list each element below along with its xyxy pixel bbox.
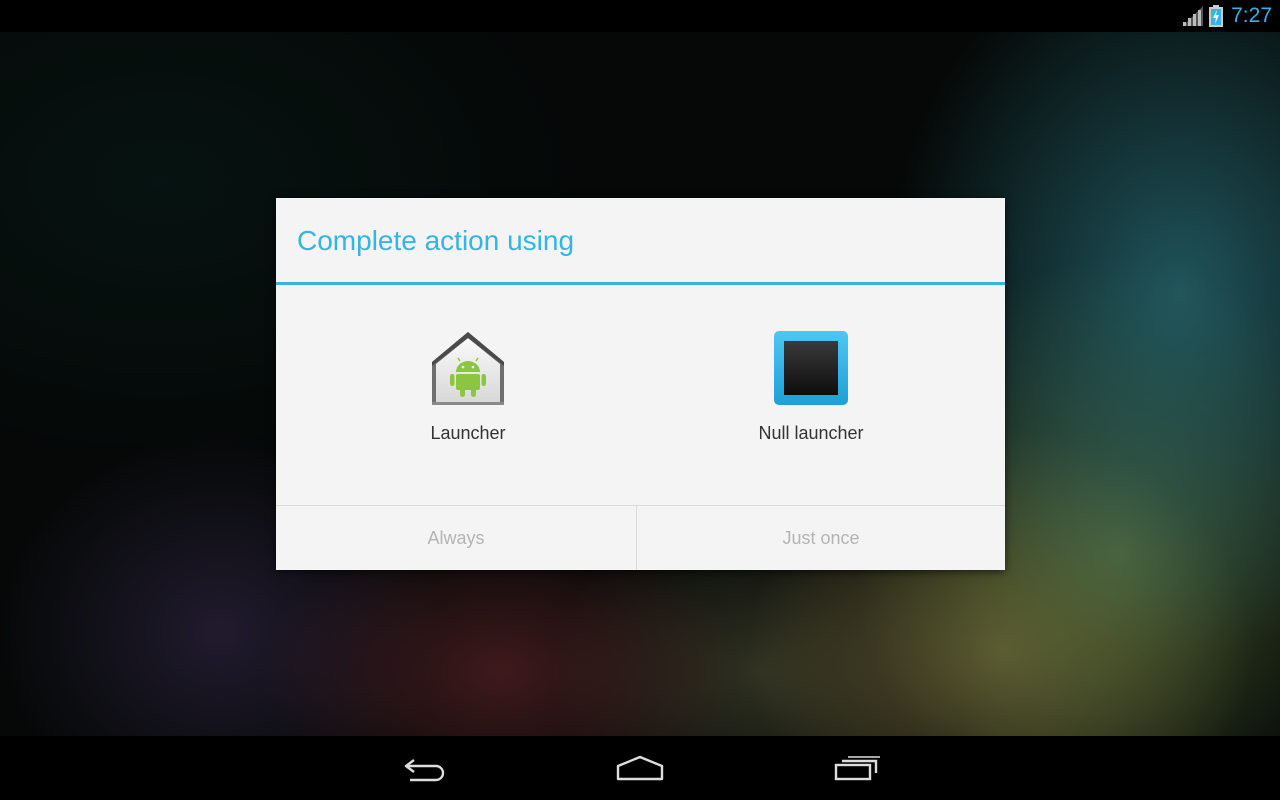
app-label-launcher: Launcher — [430, 423, 506, 443]
null-launcher-icon — [774, 331, 848, 405]
home-icon — [616, 755, 664, 781]
navigation-bar — [0, 736, 1280, 800]
app-option-null-launcher[interactable]: Null launcher — [661, 285, 961, 505]
recents-button[interactable] — [807, 736, 907, 800]
back-button[interactable] — [374, 736, 474, 800]
status-bar: 7:27 — [0, 0, 1280, 32]
status-icons: 7:27 — [1183, 0, 1272, 32]
app-option-launcher[interactable]: Launcher — [318, 285, 618, 505]
always-button[interactable]: Always — [276, 506, 636, 570]
dialog-button-bar: Always Just once — [276, 505, 1005, 570]
home-button[interactable] — [590, 736, 690, 800]
chooser-dialog: Complete action using Launcher Null laun… — [276, 198, 1005, 570]
status-clock: 7:27 — [1231, 4, 1272, 27]
back-icon — [404, 759, 445, 782]
signal-icon — [1183, 6, 1204, 26]
android-home-icon — [432, 332, 504, 405]
battery-charging-icon — [1209, 5, 1224, 27]
recents-icon — [834, 756, 880, 781]
app-label-null-launcher: Null launcher — [758, 423, 864, 443]
just-once-button[interactable]: Just once — [637, 506, 1005, 570]
dialog-title: Complete action using — [297, 225, 575, 256]
